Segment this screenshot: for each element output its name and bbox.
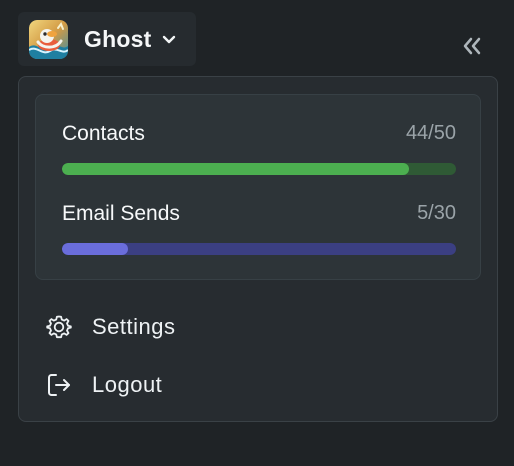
workspace-switcher[interactable]: Ghost [18,12,196,66]
logout-icon [43,369,75,401]
usage-card: Contacts 44/50 Email Sends 5/30 [35,94,481,280]
email-sends-label: Email Sends [62,202,180,225]
contacts-label: Contacts [62,122,145,145]
contacts-progress-bar [62,163,456,175]
email-sends-progress-bar [62,243,456,255]
email-sends-progress-fill [62,243,128,255]
chevron-down-icon [163,35,176,44]
email-sends-count: 5/30 [417,202,456,224]
settings-label: Settings [92,314,176,339]
account-menu-panel: Contacts 44/50 Email Sends 5/30 Settings [18,76,498,422]
gear-icon [43,311,75,343]
logout-label: Logout [92,372,163,397]
double-chevron-left-icon [463,37,481,55]
logout-menu-item[interactable]: Logout [43,365,473,405]
contacts-count: 44/50 [405,122,456,144]
workspace-logo-icon [29,19,68,59]
settings-menu-item[interactable]: Settings [43,307,473,347]
workspace-name: Ghost [84,25,152,52]
collapse-sidebar-button[interactable] [457,33,485,59]
contacts-progress-fill [62,163,409,175]
